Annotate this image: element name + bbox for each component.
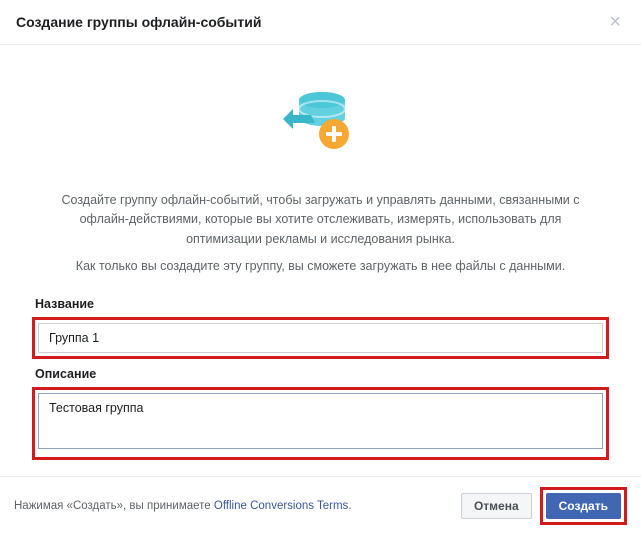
name-highlight — [32, 317, 609, 359]
description-highlight — [32, 387, 609, 460]
terms-prefix: Нажимая «Создать», вы принимаете — [14, 500, 214, 512]
create-highlight: Создать — [540, 487, 627, 525]
description-input[interactable] — [38, 393, 603, 449]
name-label: Название — [35, 297, 609, 311]
footer-buttons: Отмена Создать — [461, 487, 627, 525]
dialog-footer: Нажимая «Создать», вы принимаете Offline… — [0, 476, 641, 535]
terms-text: Нажимая «Создать», вы принимаете Offline… — [14, 500, 352, 512]
description-text-2: Как только вы создадите эту группу, вы с… — [61, 257, 581, 276]
dialog-title: Создание группы офлайн-событий — [16, 14, 261, 30]
close-icon[interactable]: × — [605, 12, 625, 32]
form: Название Описание — [28, 297, 613, 460]
description-label: Описание — [35, 367, 609, 381]
dialog-body: Создайте группу офлайн-событий, чтобы за… — [0, 45, 641, 476]
create-button[interactable]: Создать — [546, 493, 621, 519]
terms-suffix: . — [348, 500, 351, 512]
terms-link[interactable]: Offline Conversions Terms — [214, 500, 348, 512]
name-input[interactable] — [38, 323, 603, 353]
cancel-button[interactable]: Отмена — [461, 493, 532, 519]
description-text-1: Создайте группу офлайн-событий, чтобы за… — [61, 191, 581, 249]
dialog-header: Создание группы офлайн-событий × — [0, 0, 641, 45]
create-offline-event-set-dialog: Создание группы офлайн-событий × Создайт… — [0, 0, 641, 535]
event-set-icon — [28, 79, 613, 163]
